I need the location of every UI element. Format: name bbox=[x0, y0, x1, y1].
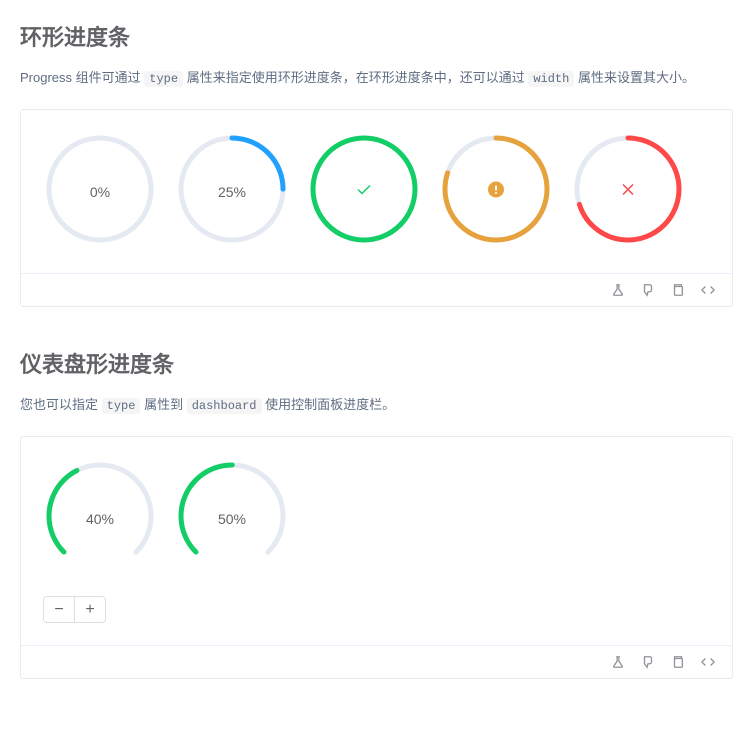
demo-toolbar bbox=[21, 645, 732, 678]
code-width: width bbox=[528, 71, 574, 87]
section1-title: 环形进度条 bbox=[20, 20, 733, 52]
progress-circle-25: 25% bbox=[175, 132, 289, 251]
progress-circle-0: 0% bbox=[43, 132, 157, 251]
flask-icon[interactable] bbox=[610, 282, 626, 298]
desc-text: 属性到 bbox=[144, 397, 187, 412]
increase-button[interactable]: + bbox=[74, 596, 106, 623]
button-group: − + bbox=[43, 596, 106, 623]
progress-dashboard-40: 40% bbox=[43, 459, 157, 578]
code-icon[interactable] bbox=[700, 654, 716, 670]
desc-text: 您也可以指定 bbox=[20, 397, 102, 412]
circle-progress-row: 0% 25% bbox=[43, 132, 710, 251]
progress-label: 40% bbox=[86, 511, 114, 527]
code-icon[interactable] bbox=[700, 282, 716, 298]
demo-content: 40% 50% − + bbox=[21, 437, 732, 645]
thumbdown-icon[interactable] bbox=[640, 282, 656, 298]
section1-description: Progress 组件可通过 type 属性来指定使用环形进度条，在环形进度条中… bbox=[20, 68, 733, 89]
progress-label: 0% bbox=[90, 184, 110, 200]
dashboard-progress-row: 40% 50% bbox=[43, 459, 710, 578]
progress-circle-success bbox=[307, 132, 421, 251]
code-type: type bbox=[102, 398, 141, 414]
desc-text: Progress 组件可通过 bbox=[20, 70, 144, 85]
demo-box-circle: 0% 25% bbox=[20, 109, 733, 307]
demo-content: 0% 25% bbox=[21, 110, 732, 273]
thumbdown-icon[interactable] bbox=[640, 654, 656, 670]
code-type: type bbox=[144, 71, 183, 87]
demo-toolbar bbox=[21, 273, 732, 306]
section2-description: 您也可以指定 type 属性到 dashboard 使用控制面板进度栏。 bbox=[20, 395, 733, 416]
warning-icon bbox=[488, 181, 504, 202]
copy-icon[interactable] bbox=[670, 654, 686, 670]
desc-text: 使用控制面板进度栏。 bbox=[265, 397, 395, 412]
progress-label: 50% bbox=[218, 511, 246, 527]
check-icon bbox=[355, 180, 373, 203]
desc-text: 属性来设置其大小。 bbox=[578, 70, 695, 85]
progress-circle-exception bbox=[571, 132, 685, 251]
progress-label: 25% bbox=[218, 184, 246, 200]
decrease-button[interactable]: − bbox=[43, 596, 75, 623]
demo-box-dashboard: 40% 50% − + bbox=[20, 436, 733, 679]
desc-text: 属性来指定使用环形进度条，在环形进度条中，还可以通过 bbox=[187, 70, 529, 85]
section2-title: 仪表盘形进度条 bbox=[20, 347, 733, 379]
close-icon bbox=[620, 181, 636, 202]
progress-circle-warning bbox=[439, 132, 553, 251]
code-dashboard: dashboard bbox=[187, 398, 262, 414]
progress-dashboard-50: 50% bbox=[175, 459, 289, 578]
flask-icon[interactable] bbox=[610, 654, 626, 670]
copy-icon[interactable] bbox=[670, 282, 686, 298]
